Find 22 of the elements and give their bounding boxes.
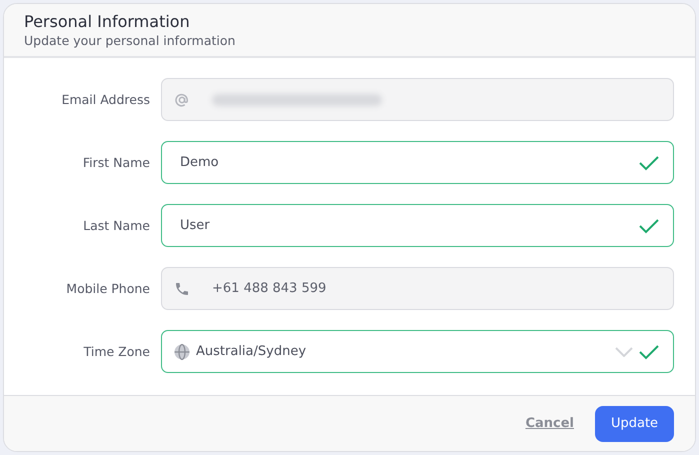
select-field[interactable]: Australia/Sydney xyxy=(161,330,674,373)
field-label: Time Zone xyxy=(82,344,151,359)
update-button[interactable]: Update xyxy=(595,406,674,442)
field-value: Australia/Sydney xyxy=(196,344,306,359)
globe-icon xyxy=(174,344,190,360)
field-value: User xyxy=(180,218,210,233)
field-value: +61 488 843 599 xyxy=(212,281,326,296)
check-icon xyxy=(639,344,659,360)
at-sign-icon xyxy=(174,92,190,108)
field-label: Email Address xyxy=(60,92,151,107)
field-label: Mobile Phone xyxy=(65,281,151,296)
chevron-down-icon xyxy=(615,346,633,356)
field-value: Demo xyxy=(180,155,219,170)
check-icon xyxy=(639,154,659,170)
check-icon xyxy=(639,218,659,234)
input-field[interactable]: User xyxy=(161,204,674,247)
card-subtitle: Update your personal information xyxy=(24,32,236,50)
field-label: Last Name xyxy=(82,218,151,233)
field-label: First Name xyxy=(82,155,151,170)
input-field[interactable]: Demo xyxy=(161,141,674,184)
card-title: Personal Information xyxy=(24,12,191,32)
phone-icon xyxy=(174,280,190,296)
